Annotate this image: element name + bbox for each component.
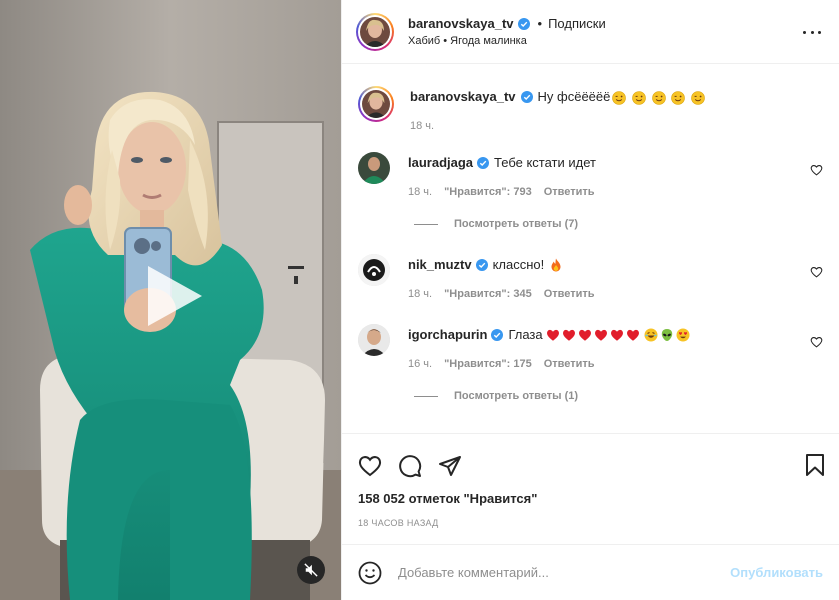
fire-emoji-icon	[551, 258, 561, 272]
view-replies-button[interactable]: Посмотреть ответы (1)	[414, 390, 823, 402]
comment-like-icon[interactable]	[810, 336, 823, 348]
view-replies-button[interactable]: Посмотреть ответы (7)	[414, 218, 823, 230]
verified-badge-icon	[491, 329, 504, 341]
comment-time[interactable]: 16 ч.	[408, 358, 432, 370]
commenter-avatar[interactable]	[358, 324, 390, 356]
red-heart-emoji-icon	[626, 329, 639, 341]
mute-button[interactable]	[297, 556, 325, 584]
comment-time[interactable]: 18 ч.	[408, 288, 432, 300]
comment-text: классно!	[492, 257, 545, 272]
wink-emoji-icon	[671, 90, 686, 105]
red-heart-emoji-icon	[562, 329, 575, 341]
caption-emojis	[610, 88, 705, 106]
wink-emoji-icon	[632, 90, 646, 105]
play-icon[interactable]	[142, 262, 206, 330]
alien-emoji-icon	[661, 329, 672, 341]
comment-input[interactable]	[398, 565, 731, 580]
comment-item: nik_muztv классно! 18 ч. "Нравится": 345…	[358, 254, 823, 300]
publish-button[interactable]: Опубликовать	[730, 565, 823, 580]
post-caption: baranovskaya_tv Ну фсёёёёё 18 ч.	[358, 86, 823, 132]
comments-list: baranovskaya_tv Ну фсёёёёё 18 ч. lauradj…	[342, 64, 839, 433]
add-comment-bar: Опубликовать	[342, 544, 839, 600]
reply-button[interactable]: Ответить	[544, 186, 595, 198]
comment-text: Тебе кстати идет	[494, 155, 596, 170]
caption-avatar[interactable]	[358, 86, 394, 122]
caption-time[interactable]: 18 ч.	[410, 120, 434, 132]
wink-emoji-icon	[691, 90, 705, 105]
view-replies-label: Посмотреть ответы (1)	[454, 390, 579, 402]
post-video[interactable]	[0, 0, 341, 600]
verified-badge-icon	[517, 17, 530, 30]
comment-item: igorchapurin Глаза 16 ч. "Нравится": 175…	[358, 324, 823, 370]
laughing-emoji-icon	[644, 328, 658, 342]
comment-username[interactable]: lauradjaga	[408, 154, 473, 172]
comment-likes[interactable]: "Нравится": 175	[444, 358, 532, 370]
comment-icon[interactable]	[398, 454, 422, 478]
post-dialog: baranovskaya_tv • Подписки Хабиб • Ягода…	[0, 0, 839, 600]
commenter-avatar[interactable]	[358, 152, 390, 184]
red-heart-emoji-icon	[610, 329, 623, 341]
comment-emojis	[543, 328, 690, 342]
bookmark-icon[interactable]	[805, 454, 825, 476]
comment-item: lauradjaga Тебе кстати идет 18 ч. "Нрави…	[358, 152, 823, 198]
more-options-icon[interactable]	[803, 24, 821, 40]
reply-button[interactable]: Ответить	[544, 358, 595, 370]
heart-eyes-emoji-icon	[676, 328, 690, 342]
red-heart-emoji-icon	[594, 329, 607, 341]
share-icon[interactable]	[438, 454, 462, 478]
caption-username[interactable]: baranovskaya_tv	[410, 88, 516, 106]
post-time[interactable]: 18 ЧАСОВ НАЗАД	[342, 518, 839, 528]
comment-username[interactable]: igorchapurin	[408, 326, 487, 344]
author-avatar[interactable]	[356, 12, 394, 51]
header-separator: •	[537, 16, 543, 31]
comment-username[interactable]: nik_muztv	[408, 256, 472, 274]
audio-track[interactable]: Хабиб • Ягода малинка	[408, 35, 606, 47]
post-side-panel: baranovskaya_tv • Подписки Хабиб • Ягода…	[341, 0, 839, 600]
view-replies-label: Посмотреть ответы (7)	[454, 218, 579, 230]
verified-badge-icon	[475, 259, 488, 271]
comment-like-icon[interactable]	[810, 164, 823, 176]
comment-like-icon[interactable]	[810, 266, 823, 278]
verified-badge-icon	[477, 157, 490, 169]
verified-badge-icon	[520, 91, 533, 103]
red-heart-emoji-icon	[578, 329, 591, 341]
wink-emoji-icon	[651, 90, 666, 105]
following-button[interactable]: Подписки	[548, 16, 606, 31]
post-header: baranovskaya_tv • Подписки Хабиб • Ягода…	[342, 0, 839, 64]
comment-text: Глаза	[508, 327, 543, 342]
smiley-icon[interactable]	[358, 561, 382, 585]
comment-likes[interactable]: "Нравится": 793	[444, 186, 532, 198]
commenter-avatar[interactable]	[358, 254, 390, 286]
wink-emoji-icon	[612, 90, 627, 105]
comment-likes[interactable]: "Нравится": 345	[444, 288, 532, 300]
reply-button[interactable]: Ответить	[544, 288, 595, 300]
comment-time[interactable]: 18 ч.	[408, 186, 432, 198]
post-actions	[342, 433, 839, 497]
red-heart-emoji-icon	[546, 329, 559, 341]
heart-icon[interactable]	[358, 454, 382, 478]
muted-speaker-icon	[304, 563, 318, 577]
author-username[interactable]: baranovskaya_tv	[408, 16, 514, 31]
caption-text: Ну фсёёёёё	[537, 89, 611, 104]
